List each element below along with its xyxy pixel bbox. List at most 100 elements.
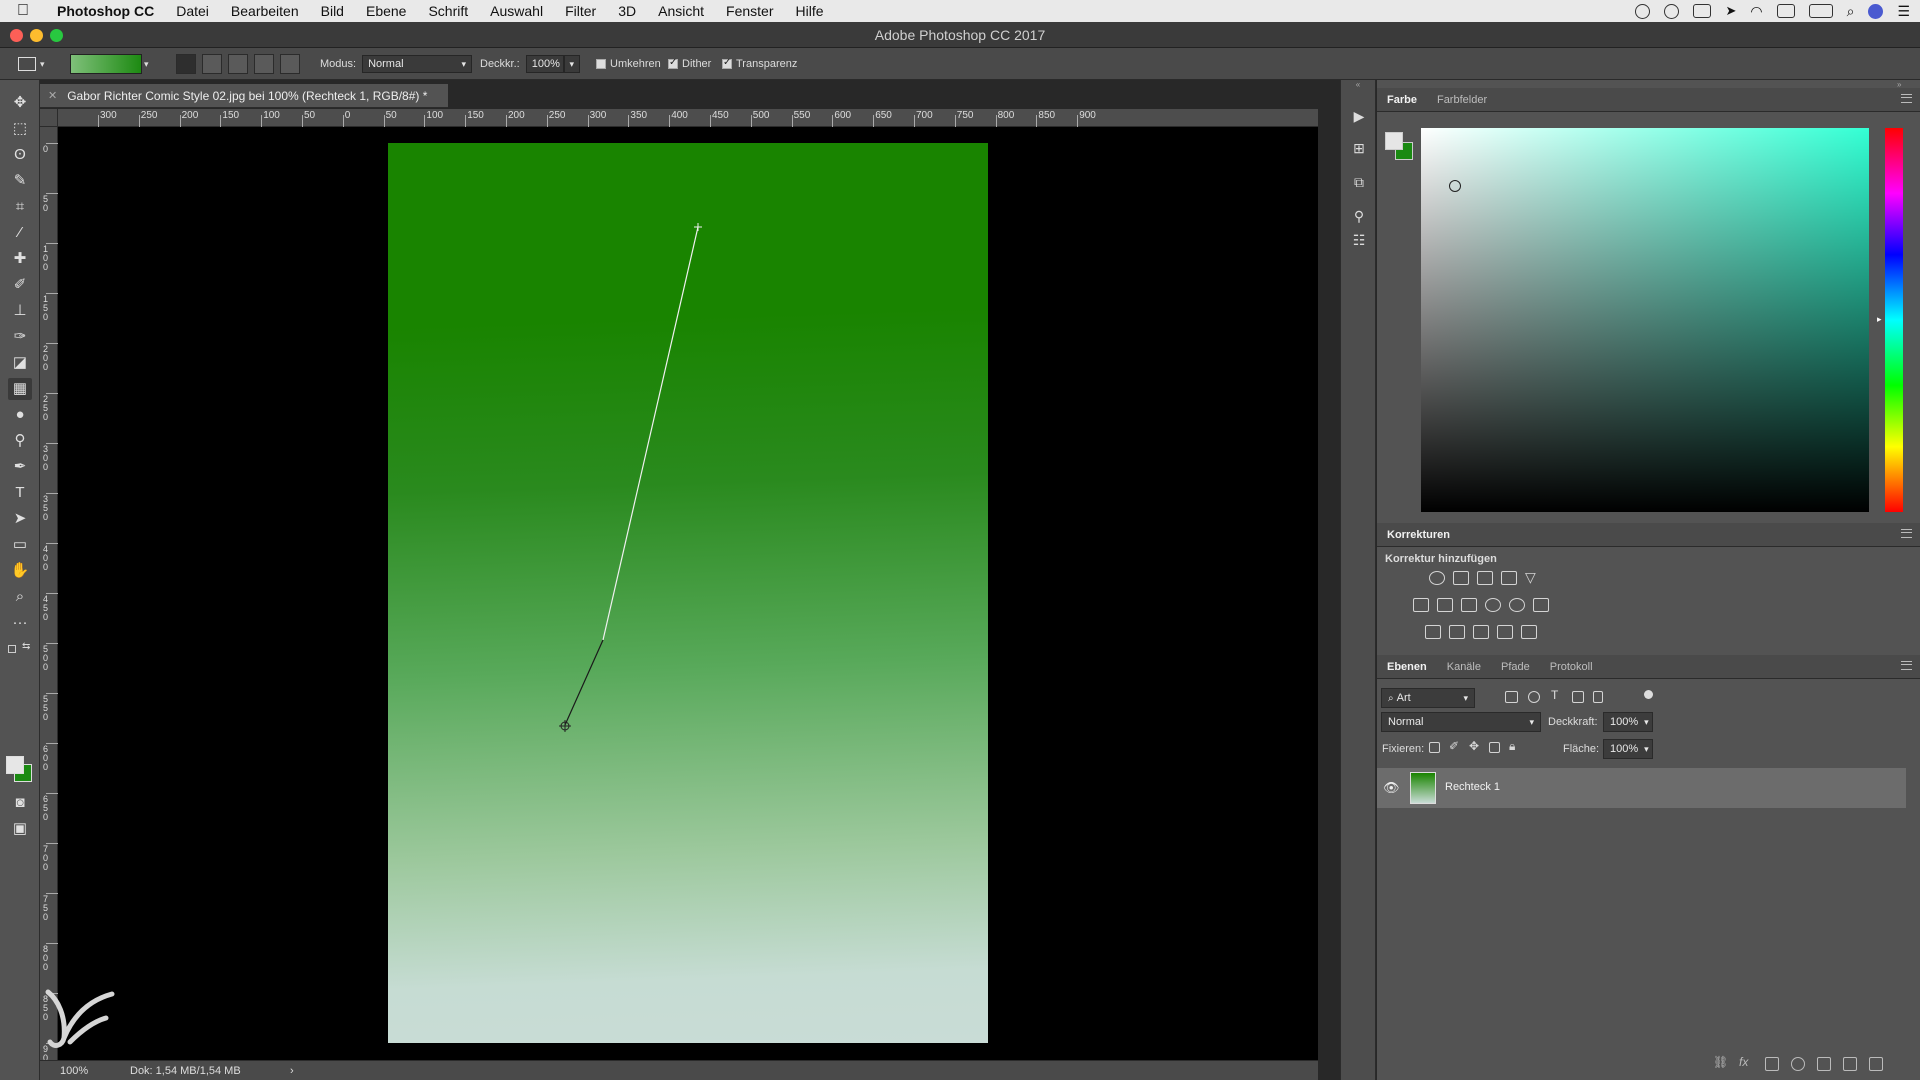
menu-bearbeiten[interactable]: Bearbeiten — [220, 3, 310, 19]
foreground-color-swatch[interactable] — [6, 756, 24, 774]
crop-icon[interactable]: ⌗ — [8, 196, 32, 218]
menu-3d[interactable]: 3D — [607, 3, 647, 19]
blend-mode-select[interactable]: Normal ▾ — [1381, 712, 1541, 732]
type-icon[interactable]: T — [8, 482, 32, 504]
mode-select[interactable]: Normal ▾ — [362, 55, 473, 73]
brightness-contrast-icon[interactable] — [1429, 571, 1445, 585]
new-adjustment-layer-icon[interactable] — [1791, 1057, 1805, 1071]
collapse-strip-icon[interactable]: « — [1341, 80, 1375, 90]
lock-all-icon[interactable]: 🔒︎ — [1509, 739, 1515, 754]
diamond-gradient-button[interactable] — [280, 54, 300, 74]
filter-toggle-icon[interactable] — [1644, 690, 1653, 699]
notification-center-icon[interactable]: ☰ — [1897, 3, 1910, 20]
adjustments-sliders-icon[interactable]: ☷ — [1349, 230, 1369, 250]
lock-artboard-icon[interactable] — [1489, 742, 1500, 753]
tab-farbfelder[interactable]: Farbfelder — [1427, 94, 1497, 106]
layer-row[interactable]: 👁︎ Rechteck 1 — [1377, 768, 1906, 808]
color-picker-cursor[interactable] — [1449, 180, 1461, 192]
filter-type-icon[interactable]: T — [1551, 688, 1558, 702]
vibrance-icon[interactable]: ▽ — [1525, 569, 1536, 586]
creative-cloud-icon[interactable] — [1664, 3, 1680, 19]
hue-slider-handle[interactable]: ▸ — [1877, 314, 1882, 325]
chevron-down-icon[interactable]: ▾ — [563, 55, 580, 73]
filter-shape-icon[interactable] — [1572, 691, 1584, 703]
lock-transparency-icon[interactable] — [1429, 742, 1440, 753]
swap-colors-icon[interactable]: ⇆ — [22, 641, 30, 652]
tab-pfade[interactable]: Pfade — [1491, 661, 1540, 673]
history-brush-icon[interactable]: ✑ — [8, 326, 32, 348]
panel-menu-icon[interactable] — [1901, 529, 1912, 538]
panel-menu-icon[interactable] — [1901, 661, 1912, 670]
tool-preset-picker[interactable]: ▾ — [18, 54, 45, 74]
exposure-icon[interactable] — [1501, 571, 1517, 585]
color-balance-icon[interactable] — [1437, 598, 1453, 612]
path-select-icon[interactable]: ➤ — [8, 508, 32, 530]
dither-checkbox[interactable] — [668, 57, 678, 69]
menu-ansicht[interactable]: Ansicht — [647, 3, 715, 19]
brush-presets-icon[interactable]: ⚲ — [1349, 206, 1369, 226]
delete-layer-icon[interactable] — [1869, 1057, 1883, 1071]
opacity-input[interactable]: 100% — [525, 55, 564, 73]
more-tools-icon[interactable]: ··· — [8, 612, 32, 634]
lock-pixels-icon[interactable]: ✐ — [1449, 739, 1459, 753]
lock-position-icon[interactable]: ✥ — [1469, 739, 1479, 753]
lasso-icon[interactable]: ʘ — [8, 144, 32, 166]
color-lookup-icon[interactable] — [1533, 598, 1549, 612]
dodge-icon[interactable]: ⚲ — [8, 430, 32, 452]
marquee-icon[interactable]: ⬚ — [8, 118, 32, 140]
location-icon[interactable]: ➤ — [1725, 3, 1736, 19]
linear-gradient-button[interactable] — [176, 54, 196, 74]
tab-ebenen[interactable]: Ebenen — [1377, 661, 1437, 673]
display-icon[interactable] — [1693, 4, 1712, 18]
quick-mask-icon[interactable]: ◙ — [8, 792, 32, 814]
zoom-level[interactable]: 100% — [60, 1065, 120, 1077]
layer-style-fx-icon[interactable]: fx — [1739, 1055, 1748, 1069]
quick-select-icon[interactable]: ✎ — [8, 170, 32, 192]
fill-input[interactable]: 100% ▾ — [1603, 739, 1653, 759]
filter-adjustment-icon[interactable] — [1528, 691, 1540, 703]
radial-gradient-button[interactable] — [202, 54, 222, 74]
close-tab-icon[interactable]: ✕ — [48, 89, 57, 102]
tab-farbe[interactable]: Farbe — [1377, 94, 1427, 106]
levels-icon[interactable] — [1453, 571, 1469, 585]
search-icon[interactable]: ⌕ — [1847, 3, 1855, 20]
healing-brush-icon[interactable]: ✚ — [8, 248, 32, 270]
move-icon[interactable]: ✥ — [8, 92, 32, 114]
layer-name[interactable]: Rechteck 1 — [1445, 781, 1500, 793]
eyedropper-icon[interactable]: ⁄ — [8, 222, 32, 244]
menu-schrift[interactable]: Schrift — [417, 3, 479, 19]
reverse-option[interactable]: Umkehren — [596, 54, 661, 74]
tab-kanaele[interactable]: Kanäle — [1437, 661, 1491, 673]
menu-hilfe[interactable]: Hilfe — [785, 3, 835, 19]
new-group-icon[interactable] — [1817, 1057, 1831, 1071]
wifi-icon[interactable]: ◠ — [1750, 3, 1762, 20]
threshold-icon[interactable] — [1473, 625, 1489, 639]
vertical-ruler[interactable]: 0 50 100 150 200 250 300 350 400 450 500 550 600 650 7… — [40, 127, 58, 1072]
recording-icon[interactable] — [1635, 3, 1651, 19]
horizontal-ruler[interactable]: 300 250 200 150 100 50 0 50 100 150 200 250 300 350 40… — [58, 109, 1318, 127]
actions-play-icon[interactable]: ▶ — [1349, 106, 1369, 126]
siri-icon[interactable] — [1868, 3, 1884, 19]
pen-icon[interactable]: ✒ — [8, 456, 32, 478]
foreground-color-swatch[interactable] — [1385, 132, 1403, 150]
airplay-icon[interactable] — [1776, 4, 1795, 18]
posterize-icon[interactable] — [1449, 625, 1465, 639]
menu-bild[interactable]: Bild — [310, 3, 355, 19]
gradient-map-icon[interactable] — [1521, 625, 1537, 639]
layer-thumbnail[interactable] — [1410, 772, 1436, 804]
angle-gradient-button[interactable] — [228, 54, 248, 74]
panel-menu-icon[interactable] — [1901, 94, 1912, 103]
clone-source-icon[interactable]: ⧉ — [1349, 172, 1369, 192]
black-white-icon[interactable] — [1461, 598, 1477, 612]
canvas-area[interactable] — [58, 127, 1318, 1060]
adjustments-title[interactable]: Korrekturen — [1377, 529, 1460, 541]
ruler-origin[interactable] — [40, 109, 58, 127]
channel-mixer-icon[interactable] — [1509, 598, 1525, 612]
brush-icon[interactable]: ✐ — [8, 274, 32, 296]
tab-protokoll[interactable]: Protokoll — [1540, 661, 1603, 673]
battery-icon[interactable] — [1808, 4, 1833, 18]
menu-auswahl[interactable]: Auswahl — [479, 3, 554, 19]
default-colors-icon[interactable] — [8, 645, 16, 653]
transparency-option[interactable]: Transparenz — [722, 54, 797, 74]
status-menu-arrow[interactable]: › — [290, 1065, 294, 1077]
